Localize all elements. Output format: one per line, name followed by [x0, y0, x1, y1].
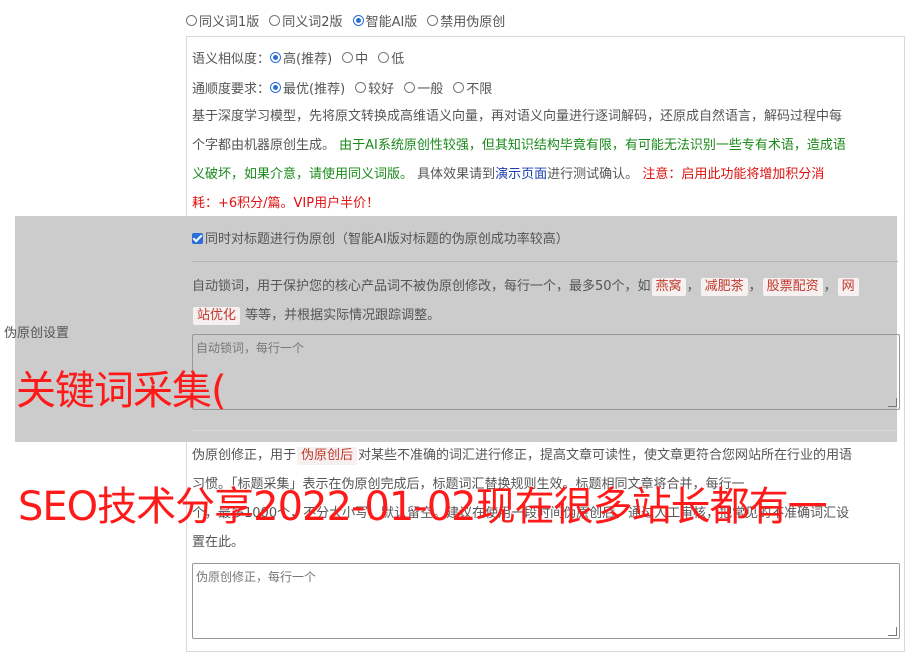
mode-label: 禁用伪原创: [440, 15, 506, 30]
textarea-placeholder: 自动锁词，每行一个: [196, 341, 305, 355]
mode-radio-disable[interactable]: 禁用伪原创: [427, 11, 505, 30]
title-checkbox-label: 同时对标题进行伪原创（智能AI版对标题的伪原创成功率较高）: [205, 232, 569, 247]
radio-selected-icon: [352, 15, 364, 26]
example-tag: 燕窝: [651, 278, 686, 296]
title-checkbox-row[interactable]: 同时对标题进行伪原创（智能AI版对标题的伪原创成功率较高）: [192, 228, 569, 247]
example-tag: 站优化: [193, 307, 241, 325]
lock-text: 自动锁词，用于保护您的核心产品词不被伪原创修改，每行一个，最多50个，如: [192, 279, 651, 294]
overlay-text-keyword: 关键词采集(: [16, 368, 227, 414]
example-tag: 股票配资: [762, 278, 823, 296]
divider: [192, 430, 898, 431]
radio-selected-icon: [270, 52, 282, 63]
mode-radio-ai[interactable]: 智能AI版: [352, 11, 418, 30]
fluency-good[interactable]: 较好: [355, 78, 394, 97]
radio-icon: [427, 15, 439, 26]
separator: ，: [823, 279, 837, 294]
desc-notice-red: 注意：启用此功能将增加积分消: [642, 167, 825, 182]
fluency-normal[interactable]: 一般: [404, 78, 443, 97]
fluency-row: 通顺度要求： 最优(推荐) 较好 一般 不限: [192, 78, 502, 97]
lock-line: 站优化 等等，并根据实际情况跟踪调整。: [192, 301, 898, 330]
radio-icon: [342, 52, 354, 63]
option-label: 低: [391, 52, 405, 67]
option-label: 较好: [368, 82, 395, 97]
section-label: 伪原创设置: [4, 326, 70, 341]
ai-description: 基于深度学习模型，先将原文转换成高维语义向量，再对语义向量进行逐词解码，还原成自…: [192, 102, 900, 218]
lock-words-textarea[interactable]: 自动锁词，每行一个: [192, 334, 900, 410]
similarity-mid[interactable]: 中: [342, 48, 368, 67]
desc-warning-green: 义破坏，如果介意，请使用同义词版。: [192, 167, 414, 182]
correct-line: 伪原创修正，用于 伪原创后 对某些不准确的词汇进行修正，提高文章可读性，使文章更符合…: [192, 441, 902, 470]
radio-icon: [378, 52, 390, 63]
desc-text: 进行测试确认。: [547, 167, 643, 182]
fluency-best[interactable]: 最优(推荐): [270, 78, 345, 97]
radio-selected-icon: [270, 82, 282, 93]
similarity-row: 语义相似度： 高(推荐) 中 低: [192, 48, 414, 67]
mode-label: 同义词1版: [199, 15, 260, 30]
option-label: 中: [355, 52, 369, 67]
mode-radio-group: 同义词1版 同义词2版 智能AI版 禁用伪原创: [186, 11, 515, 30]
fluency-label: 通顺度要求：: [192, 82, 271, 97]
demo-page-link[interactable]: 演示页面: [495, 167, 547, 182]
option-label: 一般: [417, 82, 444, 97]
option-label: 高(推荐): [283, 52, 333, 67]
desc-line: 个字都由机器原创生成。 由于AI系统原创性较强，但其知识结构毕竟有限，有可能无法…: [192, 131, 900, 160]
desc-text: 具体效果请到: [413, 167, 496, 182]
fluency-any[interactable]: 不限: [453, 78, 492, 97]
example-tag: 减肥茶: [700, 278, 748, 296]
mode-label: 智能AI版: [365, 15, 418, 30]
mode-label: 同义词2版: [282, 15, 343, 30]
option-label: 最优(推荐): [283, 82, 346, 97]
separator: ，: [686, 279, 700, 294]
lock-line: 自动锁词，用于保护您的核心产品词不被伪原创修改，每行一个，最多50个，如 燕窝，减…: [192, 272, 898, 301]
example-tag: 网: [837, 278, 859, 296]
mode-radio-synonym2[interactable]: 同义词2版: [269, 11, 343, 30]
desc-text: 个字都由机器原创生成。: [192, 138, 340, 153]
radio-icon: [269, 15, 281, 26]
radio-icon: [404, 82, 416, 93]
desc-line: 基于深度学习模型，先将原文转换成高维语义向量，再对语义向量进行逐词解码，还原成自…: [192, 109, 843, 124]
desc-warning-green: 由于AI系统原创性较强，但其知识结构毕竟有限，有可能无法识别一些专有术语，造成语: [339, 138, 846, 153]
similarity-high[interactable]: 高(推荐): [270, 48, 332, 67]
separator: ，: [748, 279, 762, 294]
radio-icon: [186, 15, 197, 26]
lock-description: 自动锁词，用于保护您的核心产品词不被伪原创修改，每行一个，最多50个，如 燕窝，减…: [192, 272, 898, 330]
overlay-text-seo: SEO技术分享2022-01-02现在很多站长都有一: [18, 484, 828, 530]
textarea-placeholder: 伪原创修正，每行一个: [196, 570, 317, 584]
radio-icon: [355, 82, 367, 93]
desc-line: 义破坏，如果介意，请使用同义词版。 具体效果请到演示页面进行测试确认。 注意：启…: [192, 160, 900, 189]
divider: [192, 261, 898, 262]
correct-line: 置在此。: [192, 535, 245, 550]
correct-text: 对某些不准确的词汇进行修正，提高文章可读性，使文章更符合您网站所在行业的用语: [358, 448, 853, 463]
similarity-label: 语义相似度：: [192, 52, 271, 67]
desc-notice-red: 耗：+6积分/篇。VIP用户半价！: [192, 196, 380, 211]
resize-grip-icon[interactable]: [888, 398, 897, 407]
correct-text: 伪原创修正，用于: [192, 448, 297, 463]
radio-icon: [453, 82, 465, 93]
option-label: 不限: [466, 82, 493, 97]
mode-radio-synonym1[interactable]: 同义词1版: [186, 11, 259, 30]
lock-text: 等等，并根据实际情况跟踪调整。: [245, 308, 441, 323]
similarity-low[interactable]: 低: [378, 48, 404, 67]
checkbox-checked-icon[interactable]: [192, 233, 203, 244]
correction-textarea[interactable]: 伪原创修正，每行一个: [192, 563, 900, 639]
resize-grip-icon[interactable]: [888, 627, 897, 636]
example-tag: 伪原创后: [297, 447, 358, 465]
